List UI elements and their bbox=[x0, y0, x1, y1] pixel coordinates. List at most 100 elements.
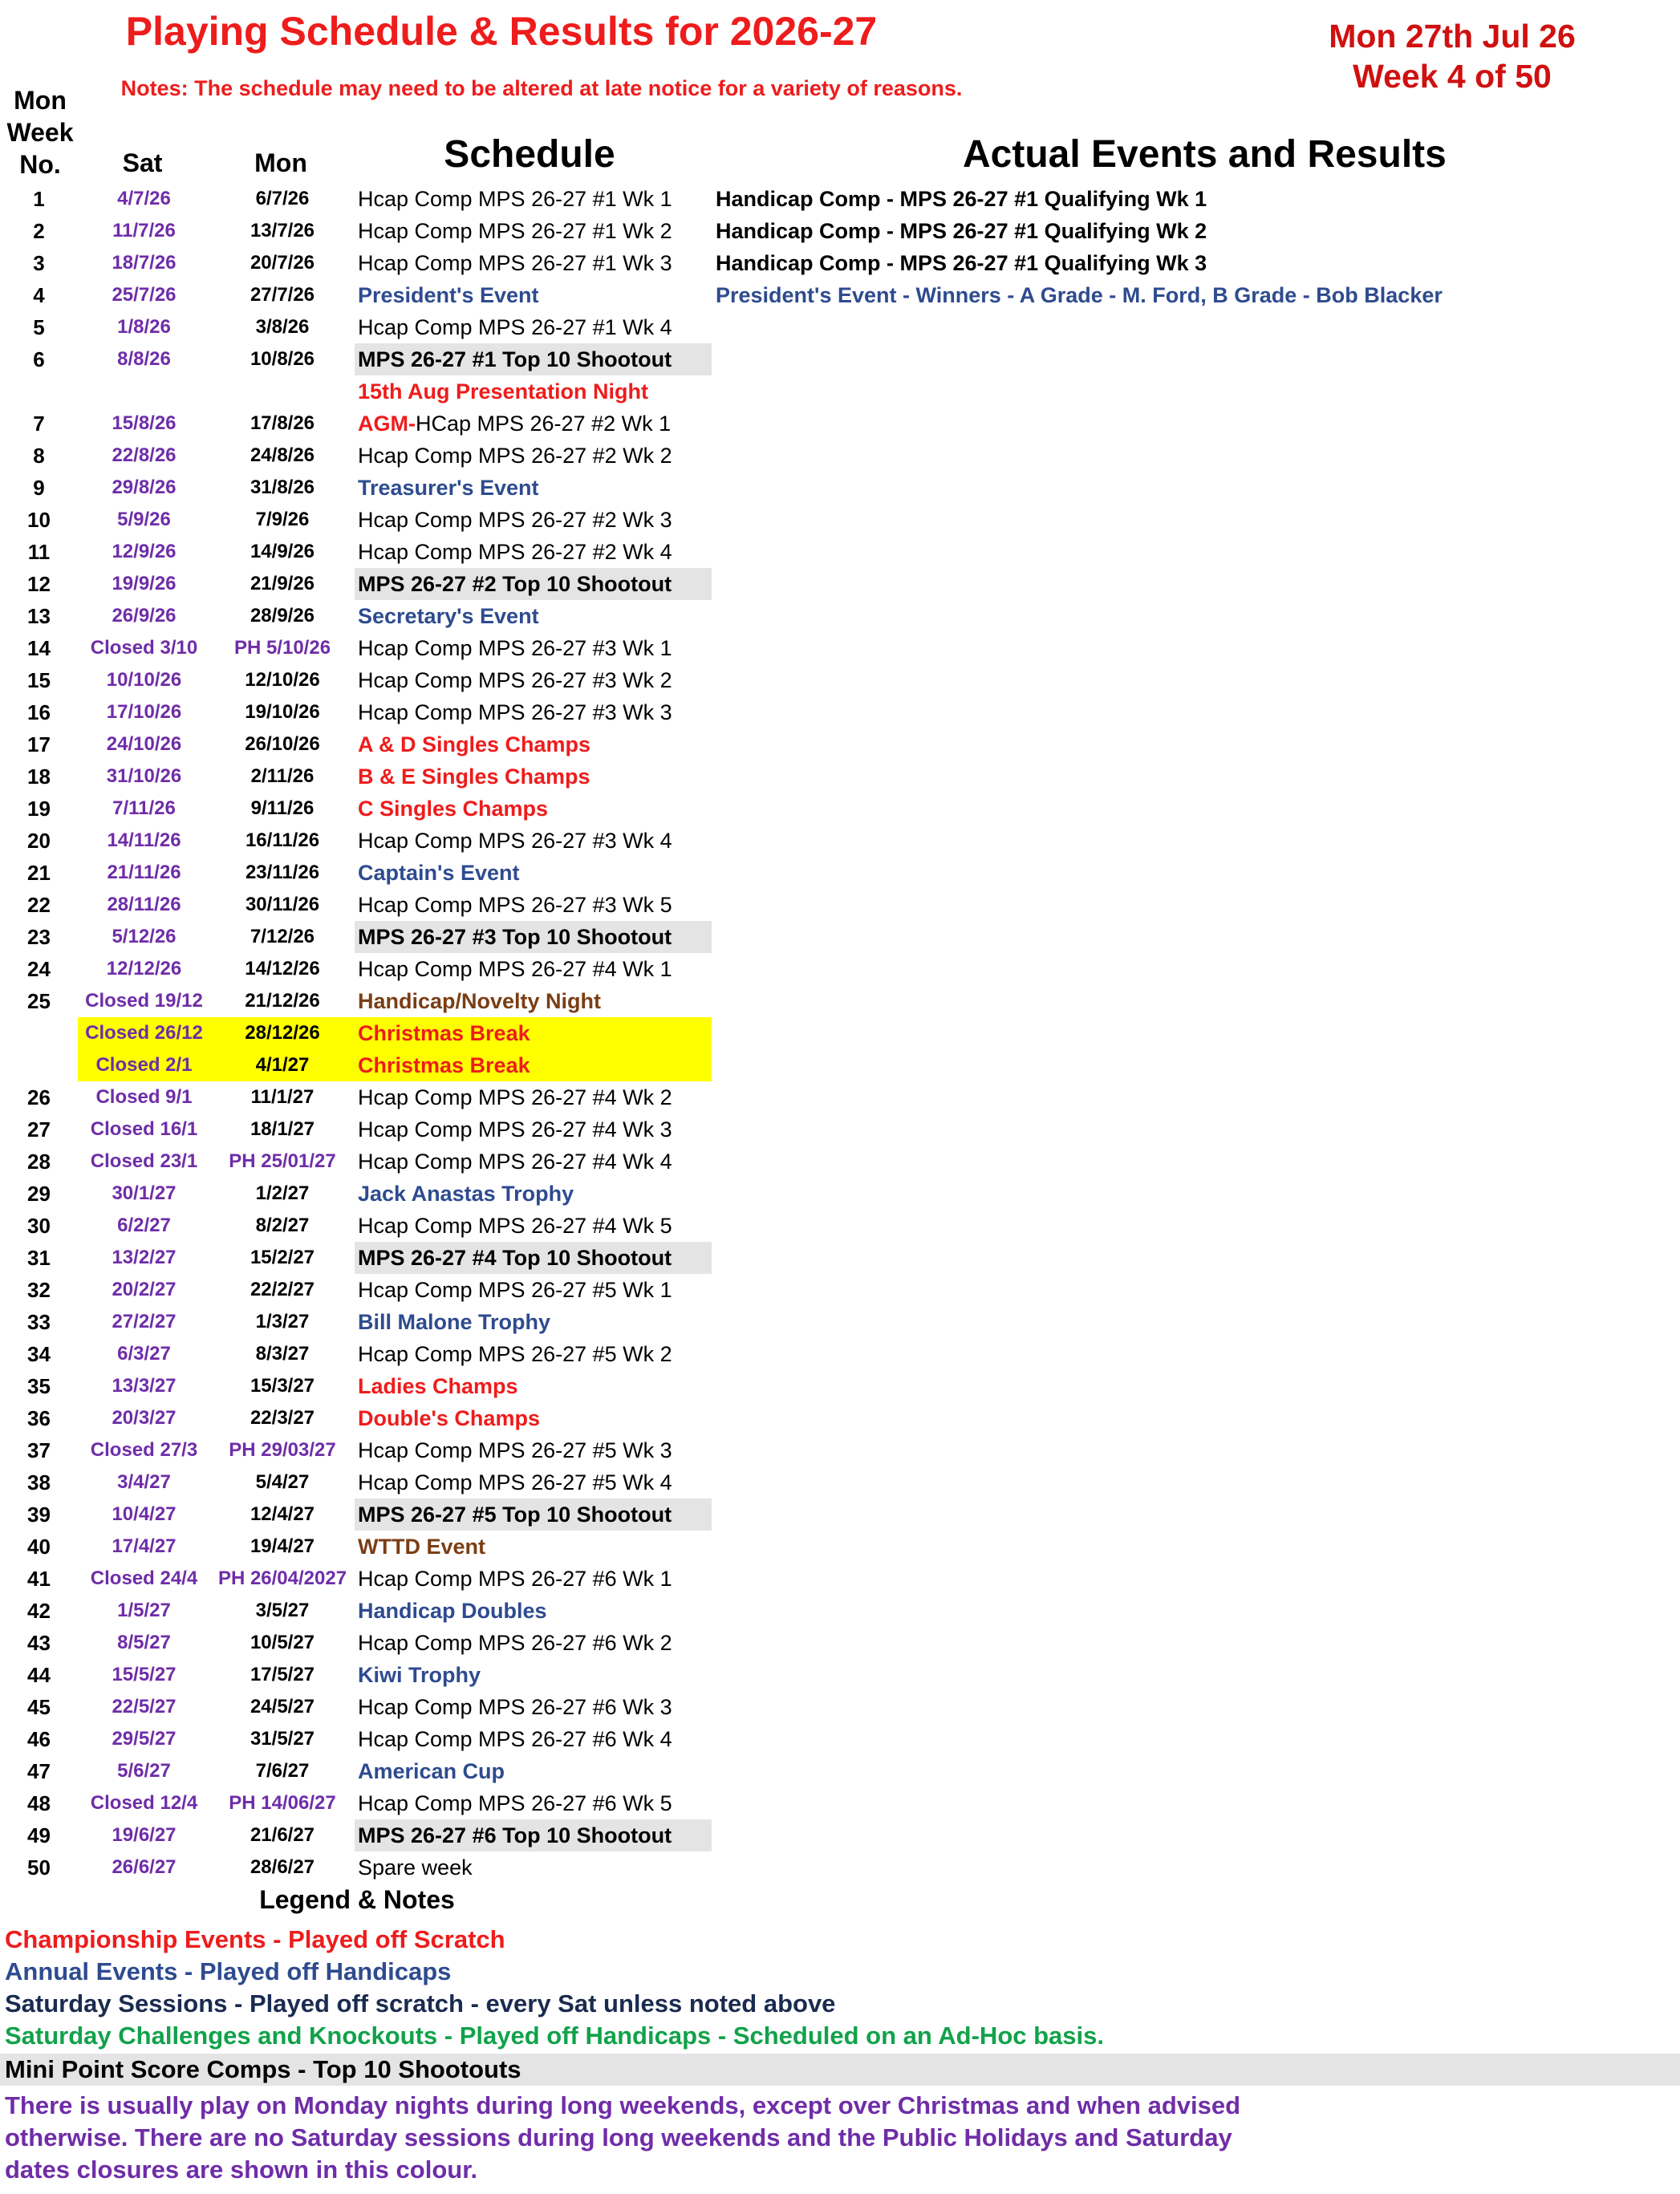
table-row: 8 22/8/26 24/8/26 Hcap Comp MPS 26-27 #2 Wk… bbox=[0, 440, 1680, 472]
table-row: 26 Closed 9/1 11/1/27 Hcap Comp MPS 26-27 #… bbox=[0, 1081, 1680, 1113]
schedule-event: Captain's Event bbox=[358, 861, 520, 885]
schedule-cell: Hcap Comp MPS 26-27 #3 Wk 1 bbox=[355, 632, 712, 664]
result-cell bbox=[714, 793, 1677, 825]
mon-date-cell: 26/10/26 bbox=[245, 733, 320, 755]
schedule-event: President's Event bbox=[358, 283, 539, 307]
schedule-cell: Hcap Comp MPS 26-27 #3 Wk 2 bbox=[355, 664, 712, 696]
table-row: 2 11/7/26 13/7/26 Hcap Comp MPS 26-27 #1 Wk… bbox=[0, 215, 1680, 247]
result-cell bbox=[714, 696, 1677, 728]
result-cell bbox=[714, 1242, 1677, 1274]
schedule-event: MPS 26-27 #1 Top 10 Shootout bbox=[358, 347, 672, 371]
legend-annual: Annual Events - Played off Handicaps bbox=[5, 1957, 452, 1985]
schedule-cell: Hcap Comp MPS 26-27 #4 Wk 5 bbox=[355, 1210, 712, 1242]
result-cell bbox=[714, 1691, 1677, 1723]
week-number-cell: 12 bbox=[27, 572, 51, 596]
schedule-event: Christmas Break bbox=[358, 1053, 530, 1077]
week-number-cell bbox=[0, 1017, 78, 1049]
sat-date-cell: 22/8/26 bbox=[112, 444, 177, 466]
schedule-cell: Hcap Comp MPS 26-27 #3 Wk 5 bbox=[355, 889, 712, 921]
mon-date-cell: 9/11/26 bbox=[250, 797, 314, 819]
schedule-event: Kiwi Trophy bbox=[358, 1663, 481, 1687]
result-cell bbox=[714, 1819, 1677, 1851]
sat-date-cell: 17/10/26 bbox=[106, 701, 182, 723]
table-row: 40 17/4/27 19/4/27 WTTD Event bbox=[0, 1531, 1680, 1563]
table-row: 33 27/2/27 1/3/27 Bill Malone Trophy bbox=[0, 1306, 1680, 1338]
column-header-results: Actual Events and Results bbox=[963, 133, 1447, 176]
mon-date-cell: PH 26/04/2027 bbox=[217, 1567, 347, 1589]
week-number-cell: 33 bbox=[27, 1310, 51, 1334]
result-cell bbox=[714, 568, 1677, 600]
mon-date-cell: 12/4/27 bbox=[250, 1503, 315, 1525]
mon-date-cell: 13/7/26 bbox=[250, 220, 315, 241]
sat-date-cell: 19/9/26 bbox=[112, 573, 177, 594]
legend-mini-point-score: Mini Point Score Comps - Top 10 Shootout… bbox=[0, 2054, 1680, 2086]
schedule-cell: Hcap Comp MPS 26-27 #2 Wk 2 bbox=[355, 440, 712, 472]
schedule-cell: 15th Aug Presentation Night bbox=[355, 375, 712, 408]
sat-date-cell: 17/4/27 bbox=[112, 1535, 177, 1557]
result-cell bbox=[714, 889, 1677, 921]
sat-date-cell: 24/10/26 bbox=[106, 733, 182, 755]
sat-date-cell: Closed 27/3 bbox=[90, 1439, 198, 1461]
week-number-cell: 17 bbox=[27, 732, 51, 756]
sat-date-cell: 6/2/27 bbox=[117, 1215, 171, 1236]
mon-date-cell: 6/7/26 bbox=[255, 188, 310, 209]
week-number-cell: 23 bbox=[27, 925, 51, 949]
table-row: 37 Closed 27/3 PH 29/03/27 Hcap Comp MPS 26… bbox=[0, 1434, 1680, 1466]
mon-date-cell: 24/8/26 bbox=[250, 444, 315, 466]
sat-date-cell: 14/11/26 bbox=[107, 829, 181, 851]
sat-date-cell: 29/8/26 bbox=[112, 477, 177, 498]
mon-date-cell: 28/12/26 bbox=[210, 1017, 355, 1049]
mon-date-cell: 17/8/26 bbox=[250, 412, 315, 434]
result-cell bbox=[714, 1434, 1677, 1466]
schedule-cell: Hcap Comp MPS 26-27 #5 Wk 2 bbox=[355, 1338, 712, 1370]
week-number-cell: 15 bbox=[27, 668, 51, 692]
table-row: 43 8/5/27 10/5/27 Hcap Comp MPS 26-27 #6 Wk… bbox=[0, 1627, 1680, 1659]
week-number-cell: 42 bbox=[27, 1599, 51, 1623]
schedule-cell: Secretary's Event bbox=[355, 600, 712, 632]
schedule-event: Jack Anastas Trophy bbox=[358, 1182, 574, 1206]
sat-date-cell bbox=[78, 375, 210, 408]
schedule-event: C Singles Champs bbox=[358, 797, 549, 821]
schedule-cell: Hcap Comp MPS 26-27 #5 Wk 1 bbox=[355, 1274, 712, 1306]
week-number-cell: 32 bbox=[27, 1278, 51, 1302]
week-number-cell: 38 bbox=[27, 1470, 51, 1494]
schedule-event: Hcap Comp MPS 26-27 #6 Wk 2 bbox=[358, 1631, 672, 1655]
table-row: 7 15/8/26 17/8/26 AGM-HCap MPS 26-27 #2 Wk … bbox=[0, 408, 1680, 440]
table-row: 39 10/4/27 12/4/27 MPS 26-27 #5 Top 10 Shoo… bbox=[0, 1498, 1680, 1531]
mon-date-cell: 7/12/26 bbox=[250, 926, 315, 947]
mon-date-cell: 31/8/26 bbox=[250, 477, 315, 498]
table-row: 35 13/3/27 15/3/27 Ladies Champs bbox=[0, 1370, 1680, 1402]
week-number-cell: 1 bbox=[33, 187, 45, 211]
sat-date-cell: Closed 19/12 bbox=[85, 990, 203, 1012]
table-row: 9 29/8/26 31/8/26 Treasurer's Event bbox=[0, 472, 1680, 504]
schedule-event: Hcap Comp MPS 26-27 #1 Wk 4 bbox=[358, 315, 672, 339]
week-number-cell: 4 bbox=[33, 283, 45, 307]
schedule-cell: Bill Malone Trophy bbox=[355, 1306, 712, 1338]
schedule-event: Hcap Comp MPS 26-27 #5 Wk 2 bbox=[358, 1342, 672, 1366]
schedule-cell: WTTD Event bbox=[355, 1531, 712, 1563]
result-cell: Handicap Comp - MPS 26-27 #1 Qualifying … bbox=[716, 187, 1207, 211]
result-cell bbox=[714, 1370, 1677, 1402]
schedule-event: Treasurer's Event bbox=[358, 476, 539, 500]
week-number-cell: 34 bbox=[27, 1342, 51, 1366]
table-row: 50 26/6/27 28/6/27 Spare week bbox=[0, 1851, 1680, 1884]
schedule-event: Hcap Comp MPS 26-27 #4 Wk 4 bbox=[358, 1150, 672, 1174]
sat-date-cell: 1/5/27 bbox=[117, 1600, 171, 1621]
result-cell bbox=[714, 440, 1677, 472]
result-cell bbox=[714, 1306, 1677, 1338]
sat-date-cell: 26/9/26 bbox=[112, 605, 177, 627]
schedule-cell: Treasurer's Event bbox=[355, 472, 712, 504]
table-row: 48 Closed 12/4 PH 14/06/27 Hcap Comp MPS 26… bbox=[0, 1787, 1680, 1819]
week-number-cell: 5 bbox=[33, 315, 45, 339]
schedule-event: Hcap Comp MPS 26-27 #3 Wk 1 bbox=[358, 636, 672, 660]
schedule-event: Christmas Break bbox=[358, 1021, 530, 1045]
mon-date-cell: 12/10/26 bbox=[245, 669, 320, 691]
schedule-event: Hcap Comp MPS 26-27 #2 Wk 2 bbox=[358, 444, 672, 468]
week-number-cell: 45 bbox=[27, 1695, 51, 1719]
mon-date-cell: 21/12/26 bbox=[245, 990, 320, 1012]
table-row: 36 20/3/27 22/3/27 Double's Champs bbox=[0, 1402, 1680, 1434]
legend-championship: Championship Events - Played off Scratch bbox=[5, 1925, 505, 1953]
sat-date-cell: 13/3/27 bbox=[112, 1375, 177, 1397]
sat-date-cell: 29/5/27 bbox=[112, 1728, 177, 1750]
schedule-event-extra: HCap MPS 26-27 #2 Wk 1 bbox=[415, 412, 672, 436]
